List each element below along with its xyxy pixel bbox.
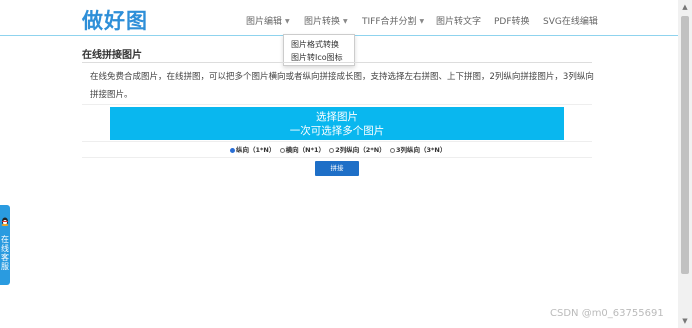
page-title: 在线拼接图片 — [82, 50, 142, 61]
join-button[interactable]: 拼接 — [315, 161, 359, 176]
radio-vertical[interactable]: 纵向（1*N） — [230, 144, 275, 154]
radio-label: 纵向（1*N） — [236, 146, 276, 154]
divider — [82, 62, 592, 63]
qq-penguin-icon — [1, 217, 9, 226]
select-images-button[interactable]: 选择图片 一次可选择多个图片 — [110, 107, 564, 140]
nav-item-image-convert[interactable]: 图片转换 ▼ — [304, 17, 348, 28]
nav-item-ocr[interactable]: 图片转文字 — [436, 17, 481, 28]
top-navigation-bar: 做好图 图片编辑 ▼ 图片转换 ▼ TIFF合并分割 ▼ 图片转文字 PDF转换 SV… — [0, 0, 678, 36]
online-service-tab[interactable]: 在线客服 — [0, 205, 10, 285]
nav-item-label: 图片转换 — [304, 17, 341, 27]
csdn-watermark: CSDN @m0_63755691 — [550, 308, 664, 319]
nav-item-image-edit[interactable]: 图片编辑 ▼ — [246, 17, 290, 28]
nav-item-label: 图片编辑 — [246, 17, 283, 27]
nav-item-tiff[interactable]: TIFF合并分割 ▼ — [362, 17, 424, 28]
intro-text: 在线免费合成图片，在线拼图，可以把多个图片横向或者纵向拼接成长图，支持选择左右拼… — [90, 72, 594, 100]
radio-label: 2列纵向（2*N） — [335, 146, 386, 154]
online-service-label: 在线客服 — [1, 235, 9, 271]
radio-unchecked-icon — [389, 148, 395, 153]
menu-item-format-convert[interactable]: 图片格式转换 — [291, 39, 339, 50]
nav-item-label: SVG在线编辑 — [543, 17, 598, 27]
site-logo[interactable]: 做好图 — [82, 5, 148, 35]
nav-item-label: 图片转文字 — [436, 17, 482, 27]
nav-item-label: TIFF合并分割 — [362, 17, 417, 27]
radio-two-column[interactable]: 2列纵向（2*N） — [329, 144, 386, 154]
nav-item-label: PDF转换 — [494, 17, 530, 27]
divider — [82, 141, 592, 142]
radio-label: 横向（N*1） — [285, 146, 326, 154]
scrollbar-thumb[interactable] — [681, 16, 689, 274]
scroll-up-arrow-icon[interactable]: ▲ — [678, 0, 692, 14]
caret-down-icon: ▼ — [285, 18, 290, 25]
select-button-label: 选择图片 — [316, 111, 358, 123]
radio-horizontal[interactable]: 横向（N*1） — [279, 144, 326, 154]
vertical-scrollbar[interactable]: ▲ ▼ — [678, 0, 692, 328]
radio-checked-icon — [230, 148, 235, 153]
nav-item-pdf[interactable]: PDF转换 — [494, 17, 530, 28]
radio-label: 3列纵向（3*N） — [395, 146, 447, 154]
caret-down-icon: ▼ — [419, 18, 425, 25]
radio-unchecked-icon — [279, 148, 285, 153]
radio-three-column[interactable]: 3列纵向（3*N） — [389, 144, 447, 154]
layout-options: 纵向（1*N） 横向（N*1） 2列纵向（2*N） 3列纵向（3*N） — [230, 144, 448, 154]
select-button-sublabel: 一次可选择多个图片 — [289, 125, 385, 137]
nav-item-svg[interactable]: SVG在线编辑 — [543, 17, 598, 28]
radio-unchecked-icon — [329, 148, 335, 153]
divider — [82, 104, 592, 105]
scroll-down-arrow-icon[interactable]: ▼ — [678, 314, 692, 328]
caret-down-icon: ▼ — [343, 18, 348, 25]
divider — [82, 157, 592, 158]
